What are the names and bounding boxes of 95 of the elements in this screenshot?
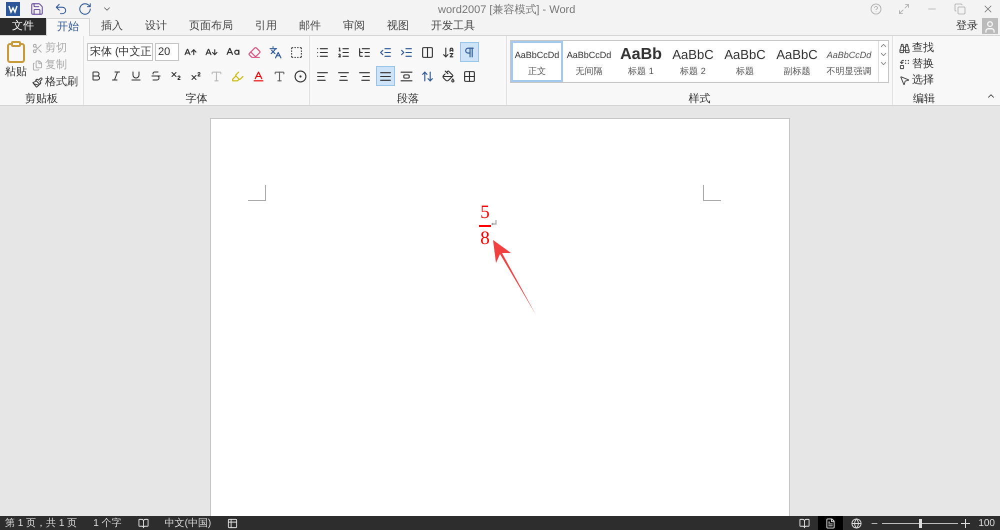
font-color-icon <box>252 70 265 82</box>
strikethrough-icon <box>150 70 162 82</box>
group-label: 剪贴板 <box>24 92 59 105</box>
font-size-field[interactable]: 20 <box>155 43 179 61</box>
window-title: word2007 [兼容模式] - Word <box>438 2 576 18</box>
language-status[interactable]: 中文(中国) <box>164 516 212 530</box>
zoom-slider-thumb[interactable] <box>919 518 922 528</box>
clear-format-icon <box>248 46 261 58</box>
scroll-down-icon[interactable] <box>879 50 888 59</box>
editing-button[interactable]: 替换 <box>899 56 949 72</box>
copy-icon <box>32 60 43 70</box>
redo-icon[interactable] <box>78 2 92 16</box>
bold-icon <box>90 70 102 82</box>
style-gallery-item[interactable]: AaBbC 标题 <box>719 41 771 82</box>
char-shading-icon <box>273 70 286 82</box>
proofing-icon[interactable] <box>138 518 149 528</box>
increase-indent-icon <box>400 46 413 58</box>
close-icon[interactable] <box>982 3 994 15</box>
ribbon-tab[interactable]: 文件 <box>0 17 46 35</box>
ribbon-tab[interactable]: 引用 <box>244 17 288 35</box>
decrease-indent-icon <box>379 46 392 58</box>
italic-icon <box>110 70 122 82</box>
print-layout-button[interactable] <box>818 516 844 530</box>
char-border-icon <box>290 46 303 58</box>
group-label: 段落 <box>396 92 420 105</box>
align-icon <box>379 70 392 82</box>
more-styles-icon[interactable] <box>879 59 888 68</box>
font-name-field[interactable]: 宋体 (中文正 <box>87 43 153 61</box>
fraction-numerator: 5 <box>480 203 490 223</box>
group-label: 编辑 <box>912 92 936 105</box>
enclose-char-icon <box>294 70 307 82</box>
align-icon <box>316 70 329 82</box>
ribbon-tab[interactable]: 开始 <box>46 18 90 36</box>
show-marks-button[interactable] <box>460 42 479 62</box>
sign-in-link[interactable]: 登录 <box>956 18 978 34</box>
align-icon <box>400 70 413 82</box>
search-icon <box>899 42 910 54</box>
style-gallery-item[interactable]: AaBbCcDd 不明显强调 <box>823 41 875 82</box>
fraction-denominator: 8 <box>480 229 490 249</box>
bullets-icon <box>316 46 329 58</box>
phonetic-icon <box>269 46 282 58</box>
ribbon-tab[interactable]: 插入 <box>90 17 134 35</box>
editing-button[interactable]: 选择 <box>899 72 949 88</box>
clipboard-button[interactable]: 格式刷 <box>32 74 78 90</box>
ribbon-tab[interactable]: 审阅 <box>332 17 376 35</box>
align-button[interactable] <box>376 66 395 86</box>
ribbon-tab[interactable]: 设计 <box>134 17 178 35</box>
clipboard-icon <box>4 40 28 64</box>
web-layout-icon[interactable] <box>851 518 862 528</box>
text-effects-icon <box>210 70 223 82</box>
asian-layout-icon <box>421 46 434 58</box>
ribbon-tab[interactable]: 邮件 <box>288 17 332 35</box>
shading-icon <box>442 70 455 82</box>
group-label: 样式 <box>688 92 712 105</box>
style-gallery-item[interactable]: AaBb 标题 1 <box>615 41 667 82</box>
superscript-icon <box>190 70 202 82</box>
save-icon[interactable] <box>30 2 44 16</box>
app-logo-icon[interactable] <box>6 2 20 16</box>
ribbon-tab[interactable]: 视图 <box>376 17 420 35</box>
ribbon-tab[interactable]: 开发工具 <box>420 17 486 35</box>
align-icon <box>337 70 350 82</box>
multilevel-list-icon <box>358 46 371 58</box>
sort-icon <box>442 46 455 58</box>
scissors-icon <box>32 42 43 54</box>
borders-icon <box>463 70 476 82</box>
align-icon <box>358 70 371 82</box>
margin-mark <box>703 185 721 201</box>
style-gallery-item[interactable]: AaBbCcDd 正文 <box>511 41 563 82</box>
macro-icon[interactable] <box>227 518 238 528</box>
page-count[interactable]: 第 1 页，共 1 页 <box>5 516 78 530</box>
zoom-level[interactable]: 100 <box>978 516 995 530</box>
subscript-icon <box>170 70 182 82</box>
paragraph-mark-icon <box>491 220 497 226</box>
highlight-icon <box>231 70 244 82</box>
page-icon <box>825 518 836 528</box>
undo-icon[interactable] <box>54 2 68 16</box>
zoom-in-icon[interactable] <box>961 518 970 528</box>
underline-icon <box>130 70 142 82</box>
line-spacing-icon <box>421 70 434 82</box>
numbering-icon <box>337 46 350 58</box>
show-marks-icon <box>463 46 476 58</box>
cursor-icon <box>899 74 910 86</box>
scroll-up-icon[interactable] <box>879 41 888 50</box>
group-label: 字体 <box>184 92 208 105</box>
style-gallery-item[interactable]: AaBbCcDd 无间隔 <box>563 41 615 82</box>
word-count[interactable]: 1 个字 <box>93 516 122 530</box>
margin-mark <box>248 185 266 201</box>
paste-button[interactable]: 粘贴 <box>4 40 28 91</box>
editing-button[interactable]: 查找 <box>899 40 949 56</box>
paintbrush-icon <box>32 76 43 88</box>
style-gallery-item[interactable]: AaBbC 副标题 <box>771 41 823 82</box>
style-gallery-item[interactable]: AaBbC 标题 2 <box>667 41 719 82</box>
replace-icon <box>899 58 910 70</box>
read-mode-icon[interactable] <box>799 518 810 528</box>
ribbon-tab[interactable]: 页面布局 <box>178 17 244 35</box>
